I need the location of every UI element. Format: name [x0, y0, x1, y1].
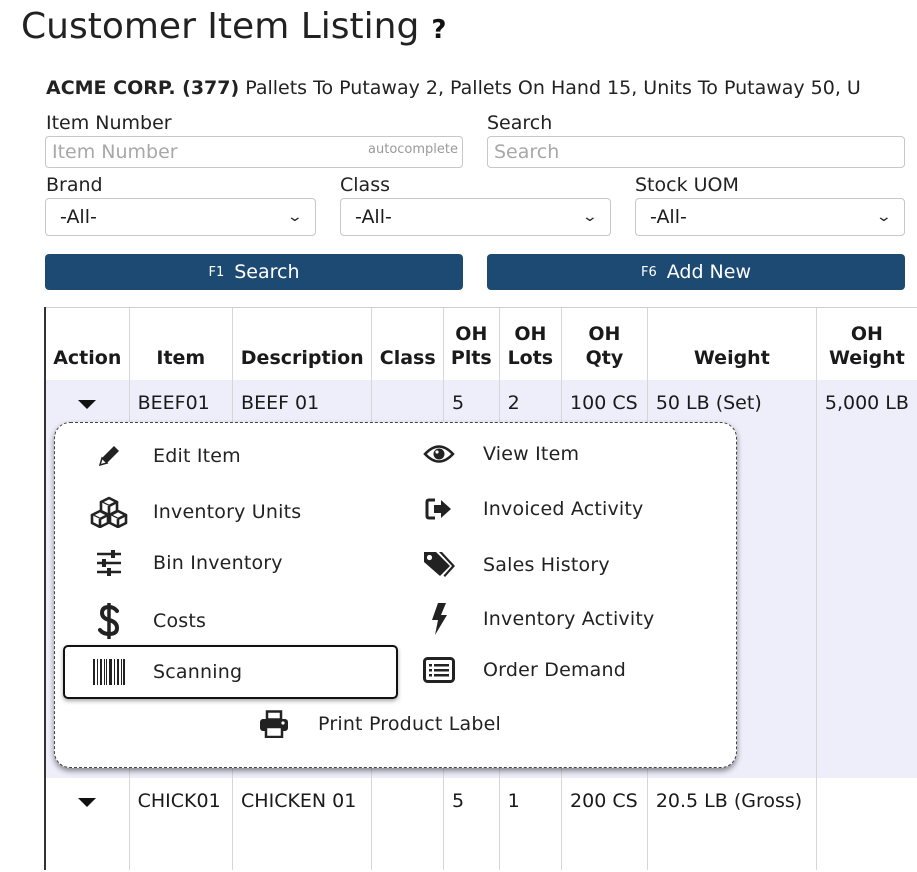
oh-lots-cell: 1	[498, 778, 562, 870]
weight-cell: 20.5 LB (Gross)	[646, 778, 817, 870]
help-icon[interactable]: ?	[431, 15, 446, 45]
menu-item-print-product-label[interactable]: Print Product Label	[254, 710, 501, 738]
autocomplete-hint: autocomplete	[368, 142, 458, 157]
item-cell: CHICK01	[128, 778, 233, 870]
column-header-text: OH	[514, 323, 547, 345]
class-label: Class	[340, 174, 390, 196]
chevron-down-icon: ⌄	[581, 209, 599, 225]
chevron-down-icon: ⌄	[875, 209, 893, 225]
barcode-icon	[89, 659, 129, 685]
customer-stats: Pallets To Putaway 2, Pallets On Hand 15…	[245, 77, 861, 99]
menu-item-order-demand[interactable]: Order Demand	[419, 657, 626, 683]
menu-item-view-item[interactable]: View Item	[419, 443, 579, 465]
caret-down-icon[interactable]	[78, 400, 97, 409]
column-header-oh-plts[interactable]: OH Plts	[442, 307, 500, 380]
search-shortcut-key: F1	[208, 264, 225, 280]
description-cell: CHICKEN 01	[232, 778, 372, 870]
menu-item-label: Inventory Activity	[483, 608, 655, 630]
add-new-button[interactable]: F6 Add New	[487, 254, 905, 290]
table-row[interactable]: CHICK01 CHICKEN 01 5 1 200 CS 20.5 LB (G…	[43, 778, 917, 870]
menu-item-costs[interactable]: Costs	[89, 603, 206, 639]
column-header-text: Plts	[450, 347, 492, 369]
table-header-row: Action Item Description Class OH Plts OH L…	[43, 307, 917, 380]
list-alt-icon	[419, 657, 459, 683]
sliders-icon	[89, 550, 129, 576]
column-header-text: Weight	[828, 347, 905, 369]
column-header-text: OH	[588, 323, 621, 345]
column-header-text: Lots	[507, 347, 554, 369]
column-header-weight[interactable]: Weight	[646, 307, 817, 380]
stock-uom-select[interactable]: -All- ⌄	[635, 198, 905, 236]
menu-item-edit-item[interactable]: Edit Item	[89, 443, 241, 469]
menu-item-label: Invoiced Activity	[483, 498, 644, 520]
menu-item-invoiced-activity[interactable]: Invoiced Activity	[419, 496, 643, 522]
column-header-action[interactable]: Action	[43, 307, 130, 380]
menu-item-label: Scanning	[153, 661, 243, 683]
search-input[interactable]	[488, 137, 904, 167]
oh-plts-cell: 5	[442, 778, 500, 870]
menu-item-label: Sales History	[483, 554, 610, 576]
menu-item-inventory-units[interactable]: Inventory Units	[89, 496, 301, 528]
pencil-icon	[89, 443, 129, 469]
menu-item-label: Print Product Label	[318, 713, 501, 735]
class-select-value: -All-	[355, 206, 392, 228]
column-header-oh-qty[interactable]: OH Qty	[561, 307, 648, 380]
column-header-oh-lots[interactable]: OH Lots	[498, 307, 562, 380]
search-field[interactable]	[487, 136, 905, 168]
stock-uom-label: Stock UOM	[635, 174, 739, 196]
eye-icon	[419, 443, 459, 465]
menu-item-sales-history[interactable]: Sales History	[419, 550, 610, 580]
action-cell[interactable]	[43, 778, 130, 870]
class-cell	[371, 778, 444, 870]
menu-item-inventory-activity[interactable]: Inventory Activity	[419, 603, 654, 635]
bolt-icon	[419, 603, 459, 635]
column-header-class[interactable]: Class	[371, 307, 444, 380]
add-new-shortcut-key: F6	[640, 264, 657, 280]
caret-down-icon[interactable]	[78, 798, 97, 807]
menu-item-label: Bin Inventory	[153, 552, 283, 574]
column-header-description[interactable]: Description	[232, 307, 372, 380]
column-header-oh-weight[interactable]: OH Weight	[815, 307, 917, 380]
menu-item-scanning[interactable]: Scanning	[63, 645, 398, 699]
brand-select-value: -All-	[60, 206, 97, 228]
tags-icon	[419, 550, 459, 580]
action-menu-popup: Edit Item View Item Inventory Units Invo…	[54, 422, 737, 768]
page-title-text: Customer Item Listing	[21, 6, 420, 47]
menu-item-label: Order Demand	[483, 659, 627, 681]
column-header-text: OH	[455, 323, 488, 345]
chevron-down-icon: ⌄	[286, 209, 304, 225]
customer-name: ACME CORP. (377)	[46, 77, 240, 99]
dollar-icon	[89, 603, 129, 639]
menu-item-label: Costs	[153, 610, 207, 632]
customer-summary: ACME CORP. (377) Pallets To Putaway 2, P…	[46, 77, 861, 99]
oh-weight-cell: 5,000 LB	[815, 380, 917, 778]
search-button-label: Search	[234, 261, 300, 283]
stock-uom-select-value: -All-	[650, 206, 687, 228]
item-number-label: Item Number	[46, 112, 172, 134]
search-button[interactable]: F1 Search	[45, 254, 463, 290]
add-new-button-label: Add New	[666, 261, 752, 283]
cubes-icon	[89, 496, 129, 528]
print-icon	[254, 710, 294, 738]
brand-select[interactable]: -All- ⌄	[45, 198, 316, 236]
oh-weight-cell	[815, 778, 917, 870]
oh-qty-cell: 200 CS	[561, 778, 648, 870]
column-header-item[interactable]: Item	[128, 307, 233, 380]
brand-label: Brand	[46, 174, 103, 196]
search-label: Search	[487, 112, 553, 134]
class-select[interactable]: -All- ⌄	[340, 198, 611, 236]
menu-item-bin-inventory[interactable]: Bin Inventory	[89, 550, 283, 576]
column-header-text: Qty	[585, 347, 624, 369]
sign-out-icon	[419, 496, 459, 522]
menu-item-label: View Item	[483, 443, 580, 465]
menu-item-label: Inventory Units	[153, 501, 302, 523]
page-title: Customer Item Listing?	[21, 6, 446, 47]
item-number-field[interactable]: autocomplete	[45, 136, 463, 168]
menu-item-label: Edit Item	[153, 445, 241, 467]
column-header-text: OH	[850, 323, 883, 345]
